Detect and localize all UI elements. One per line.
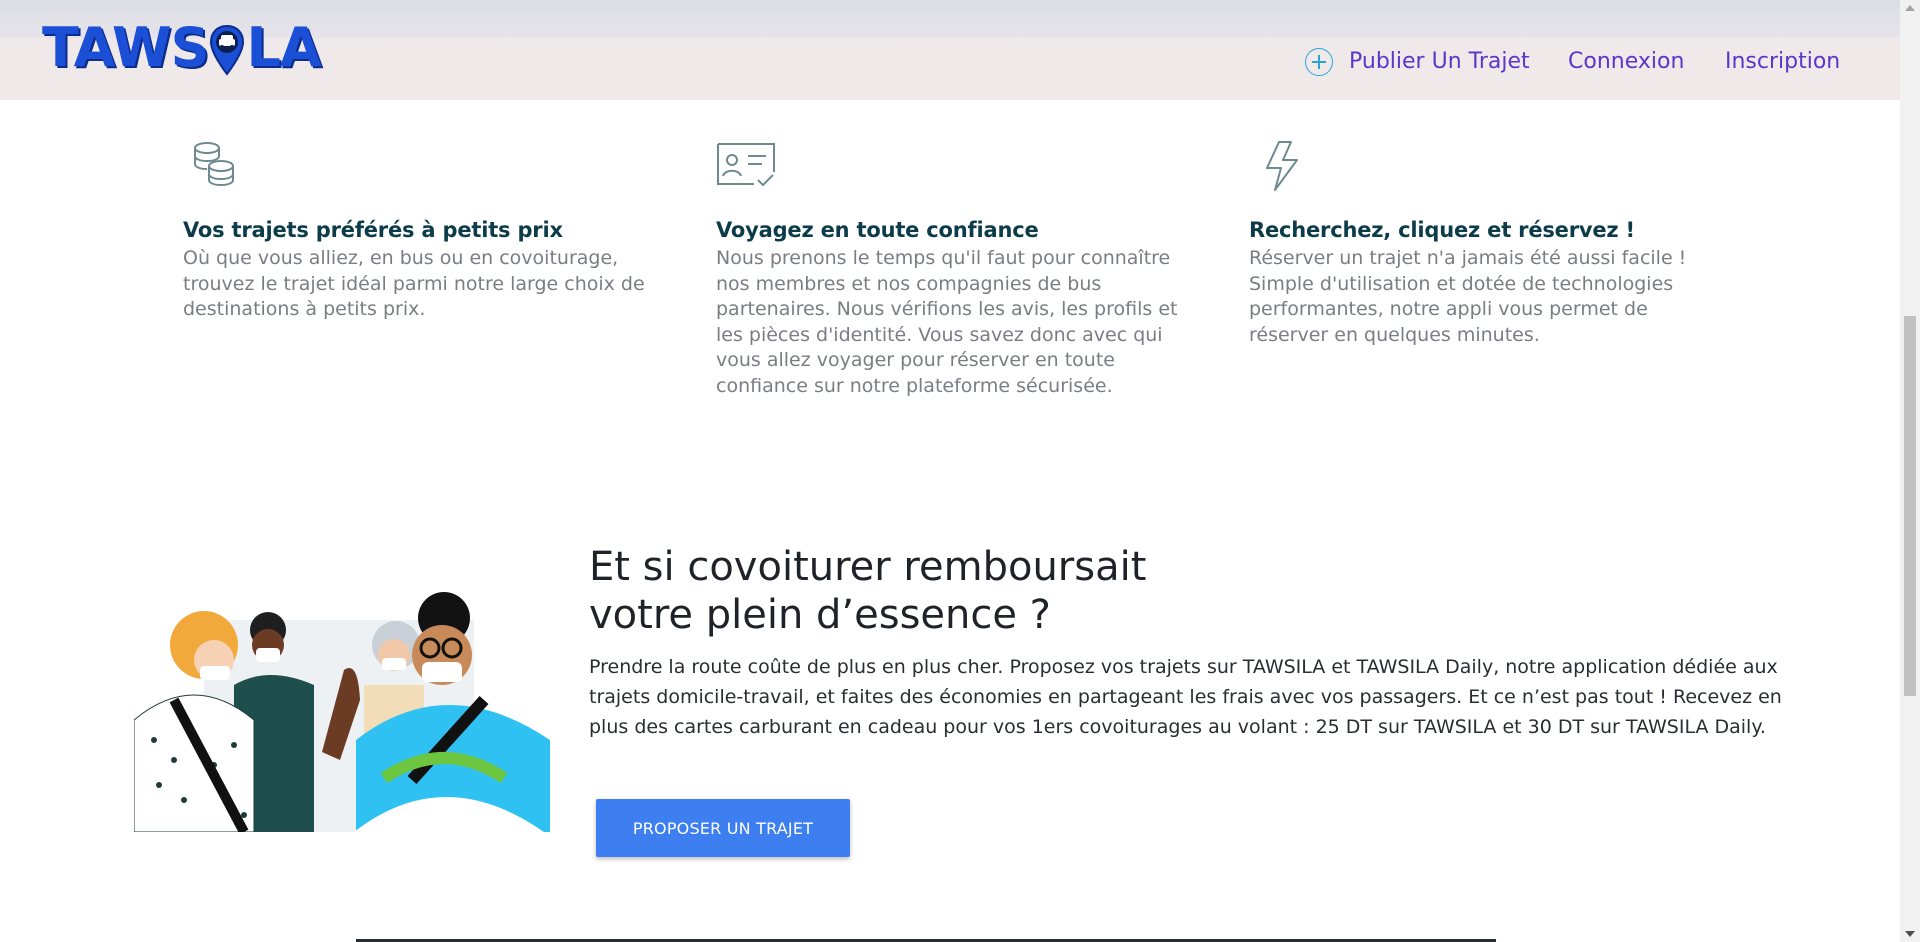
promo-description: Prendre la route coûte de plus en plus c… <box>589 656 1782 738</box>
feature-trust: Voyagez en toute confiance Nous prenons … <box>716 140 1186 399</box>
plus-circle-icon <box>1305 48 1333 76</box>
page-scrollbar[interactable] <box>1900 0 1920 942</box>
feature-title: Vos trajets préférés à petits prix <box>183 218 563 242</box>
carpool-people-illustration <box>134 592 550 832</box>
main-nav: Publier Un Trajet Connexion Inscription <box>0 44 1900 80</box>
promo-title-line1: Et si covoiturer remboursait <box>589 544 1147 590</box>
promo-title: Et si covoiturer remboursait votre plein… <box>589 543 1289 639</box>
scroll-down-arrow-icon[interactable] <box>1905 931 1915 937</box>
verified-id-icon <box>717 143 775 187</box>
scrollbar-thumb[interactable] <box>1904 316 1916 696</box>
feature-title: Voyagez en toute confiance <box>716 218 1039 242</box>
feature-text: Réserver un trajet n'a jamais été aussi … <box>1249 247 1687 346</box>
scroll-up-arrow-icon[interactable] <box>1905 5 1915 11</box>
feature-text: Où que vous alliez, en bus ou en covoitu… <box>183 247 645 320</box>
feature-low-prices: Vos trajets préférés à petits prix Où qu… <box>183 140 653 323</box>
propose-trip-button[interactable]: PROPOSER UN TRAJET <box>596 799 850 857</box>
signup-link[interactable]: Inscription <box>1725 44 1840 80</box>
coins-icon <box>194 142 234 187</box>
lightning-icon <box>1266 141 1298 191</box>
publish-trip-label: Publier Un Trajet <box>1349 49 1530 74</box>
header-bar: TAWS LA Publier Un Trajet Connexion Insc… <box>0 0 1900 100</box>
feature-text: Nous prenons le temps qu'il faut pour co… <box>716 247 1178 397</box>
publish-trip-link[interactable]: Publier Un Trajet <box>1305 44 1530 80</box>
promo-title-line2: votre plein d’essence ? <box>589 592 1051 638</box>
feature-title: Recherchez, cliquez et réservez ! <box>1249 218 1635 242</box>
login-link[interactable]: Connexion <box>1568 44 1684 80</box>
feature-fast-booking: Recherchez, cliquez et réservez ! Réserv… <box>1249 140 1719 348</box>
